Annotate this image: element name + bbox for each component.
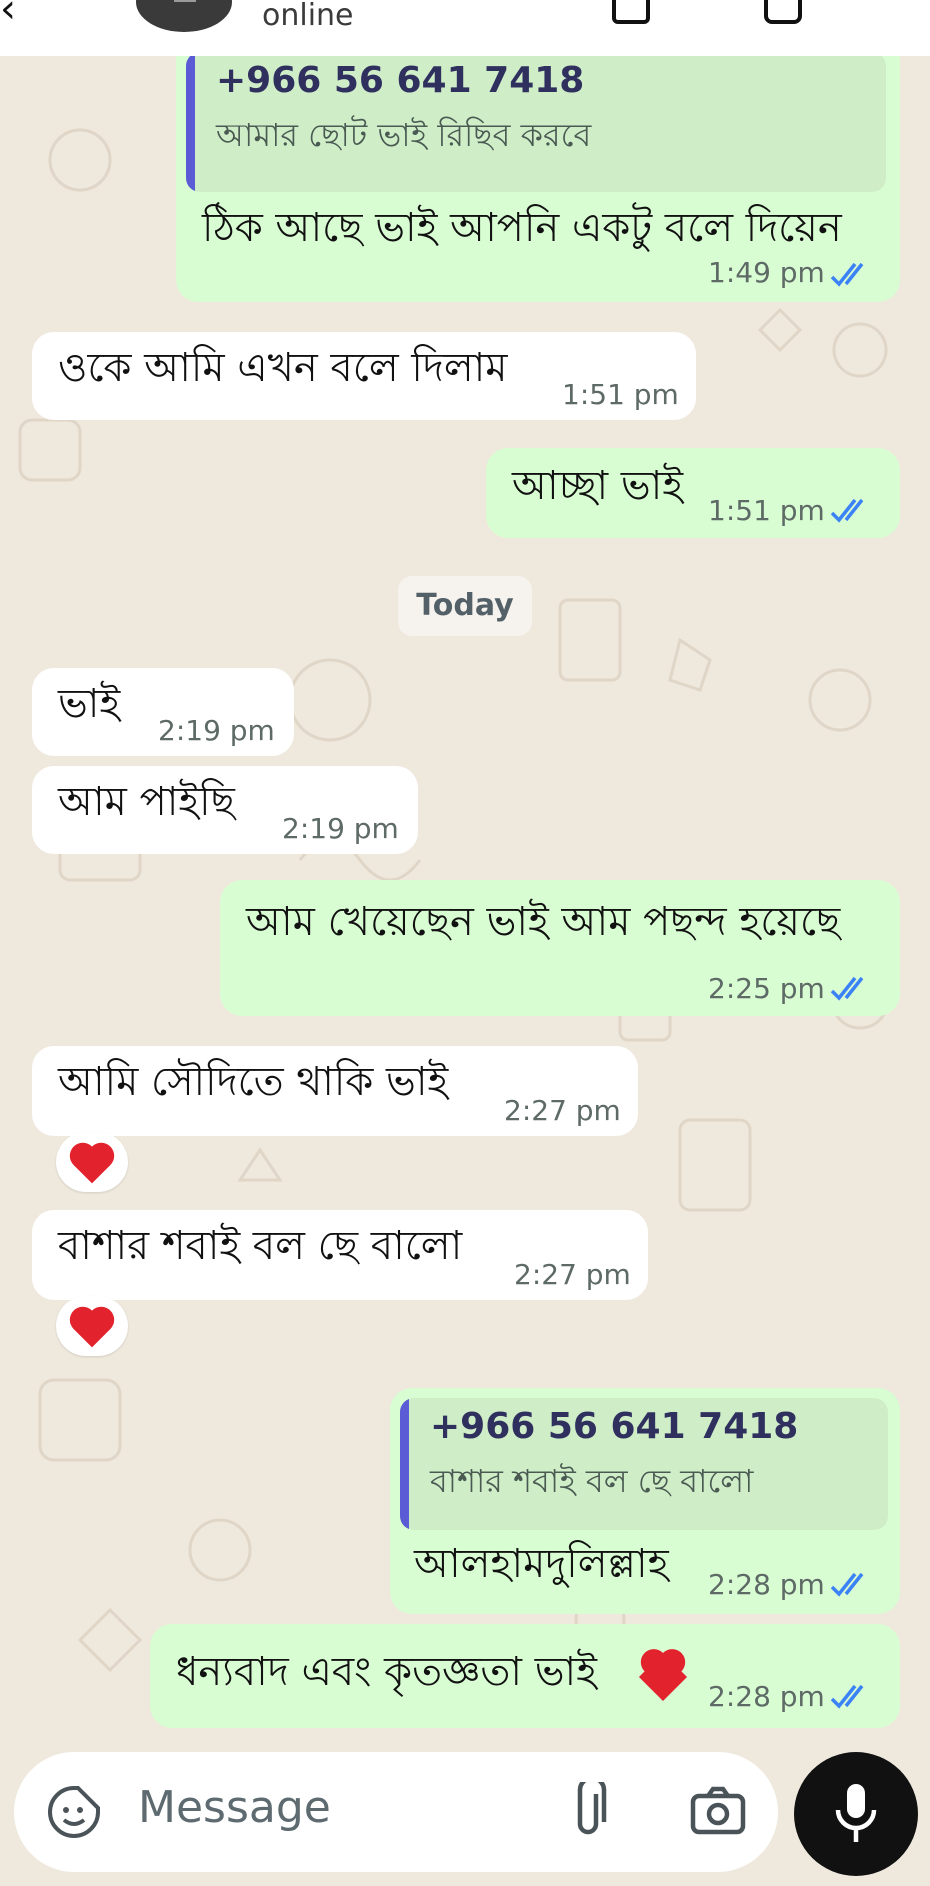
quote-text: বাশার শবাই বল ছে বালো	[430, 1462, 754, 1500]
date-divider: Today	[398, 576, 532, 636]
incoming-message[interactable]: আম পাইছি 2:19 pm	[32, 766, 418, 854]
message-text: ঠিক আছে ভাই আপনি একটু বলে দিয়েন	[202, 205, 842, 251]
message-time: 2:19 pm	[158, 714, 275, 747]
message-time: 1:51 pm	[708, 494, 825, 527]
message-time: 2:19 pm	[282, 812, 399, 845]
sticker-icon[interactable]	[46, 1784, 102, 1840]
attach-icon[interactable]	[568, 1782, 608, 1842]
camera-icon[interactable]	[690, 1786, 746, 1836]
outgoing-message[interactable]: আম খেয়েছেন ভাই আম পছন্দ হয়েছে 2:25 pm	[220, 880, 900, 1016]
outgoing-message[interactable]: ধন্যবাদ এবং কৃতজ্ঞতা ভাই 2:28 pm	[150, 1624, 900, 1728]
outgoing-message[interactable]: আচ্ছা ভাই 1:51 pm	[486, 448, 900, 538]
mic-button[interactable]	[794, 1752, 918, 1876]
message-time: 2:28 pm	[708, 1680, 825, 1713]
message-text: বাশার শবাই বল ছে বালো	[58, 1223, 463, 1269]
mic-icon	[835, 1784, 877, 1842]
quote-bar	[400, 1398, 409, 1530]
message-composer: Message	[14, 1752, 778, 1872]
quote-author: +966 56 641 7418	[216, 60, 585, 101]
message-text: ধন্যবাদ এবং কৃতজ্ঞতা ভাই	[176, 1649, 597, 1695]
quote-author: +966 56 641 7418	[430, 1406, 799, 1447]
heart-emoji-icon	[638, 1652, 688, 1702]
video-call-icon[interactable]	[612, 0, 650, 24]
message-text: ভাই	[58, 681, 121, 727]
incoming-message[interactable]: ভাই 2:19 pm	[32, 668, 294, 756]
outgoing-message[interactable]: +966 56 641 7418 বাশার শবাই বল ছে বালো আ…	[390, 1388, 900, 1614]
message-text: আম পাইছি	[58, 779, 235, 825]
voice-call-icon[interactable]	[764, 0, 802, 24]
message-text: ওকে আমি এখন বলে দিলাম	[58, 345, 508, 391]
heart-icon	[73, 1146, 111, 1184]
message-time: 1:51 pm	[562, 378, 679, 411]
message-time: 2:28 pm	[708, 1568, 825, 1601]
heart-icon	[73, 1310, 111, 1348]
back-arrow-icon[interactable]: ‹	[0, 0, 16, 32]
heart-reaction[interactable]	[56, 1296, 128, 1356]
read-ticks-icon	[830, 1572, 864, 1597]
read-ticks-icon	[830, 262, 864, 287]
quoted-reply[interactable]: +966 56 641 7418 বাশার শবাই বল ছে বালো	[400, 1398, 888, 1530]
message-time: 2:27 pm	[514, 1258, 631, 1291]
message-text: আমি সৌদিতে থাকি ভাই	[58, 1059, 449, 1105]
chat-header: ‹ online	[0, 0, 930, 56]
outgoing-message[interactable]: +966 56 641 7418 আমার ছোট ভাই রিছিব করবে…	[176, 26, 900, 302]
quoted-reply[interactable]: +966 56 641 7418 আমার ছোট ভাই রিছিব করবে	[186, 52, 886, 192]
incoming-message[interactable]: ওকে আমি এখন বলে দিলাম 1:51 pm	[32, 332, 696, 420]
message-time: 2:27 pm	[504, 1094, 621, 1127]
heart-reaction[interactable]	[56, 1132, 128, 1192]
contact-status: online	[262, 0, 354, 33]
message-text: আম খেয়েছেন ভাই আম পছন্দ হয়েছে	[246, 899, 841, 945]
message-time: 1:49 pm	[708, 256, 825, 289]
message-input[interactable]: Message	[138, 1782, 331, 1833]
read-ticks-icon	[830, 976, 864, 1001]
message-list: +966 56 641 7418 আমার ছোট ভাই রিছিব করবে…	[0, 0, 930, 1886]
incoming-message[interactable]: বাশার শবাই বল ছে বালো 2:27 pm	[32, 1210, 648, 1300]
incoming-message[interactable]: আমি সৌদিতে থাকি ভাই 2:27 pm	[32, 1046, 638, 1136]
read-ticks-icon	[830, 498, 864, 523]
message-text: আলহামদুলিল্লাহ	[414, 1541, 669, 1587]
quote-bar	[186, 52, 195, 192]
read-ticks-icon	[830, 1684, 864, 1709]
message-text: আচ্ছা ভাই	[512, 463, 684, 509]
message-time: 2:25 pm	[708, 972, 825, 1005]
quote-text: আমার ছোট ভাই রিছিব করবে	[216, 116, 592, 154]
contact-avatar[interactable]	[136, 0, 232, 32]
